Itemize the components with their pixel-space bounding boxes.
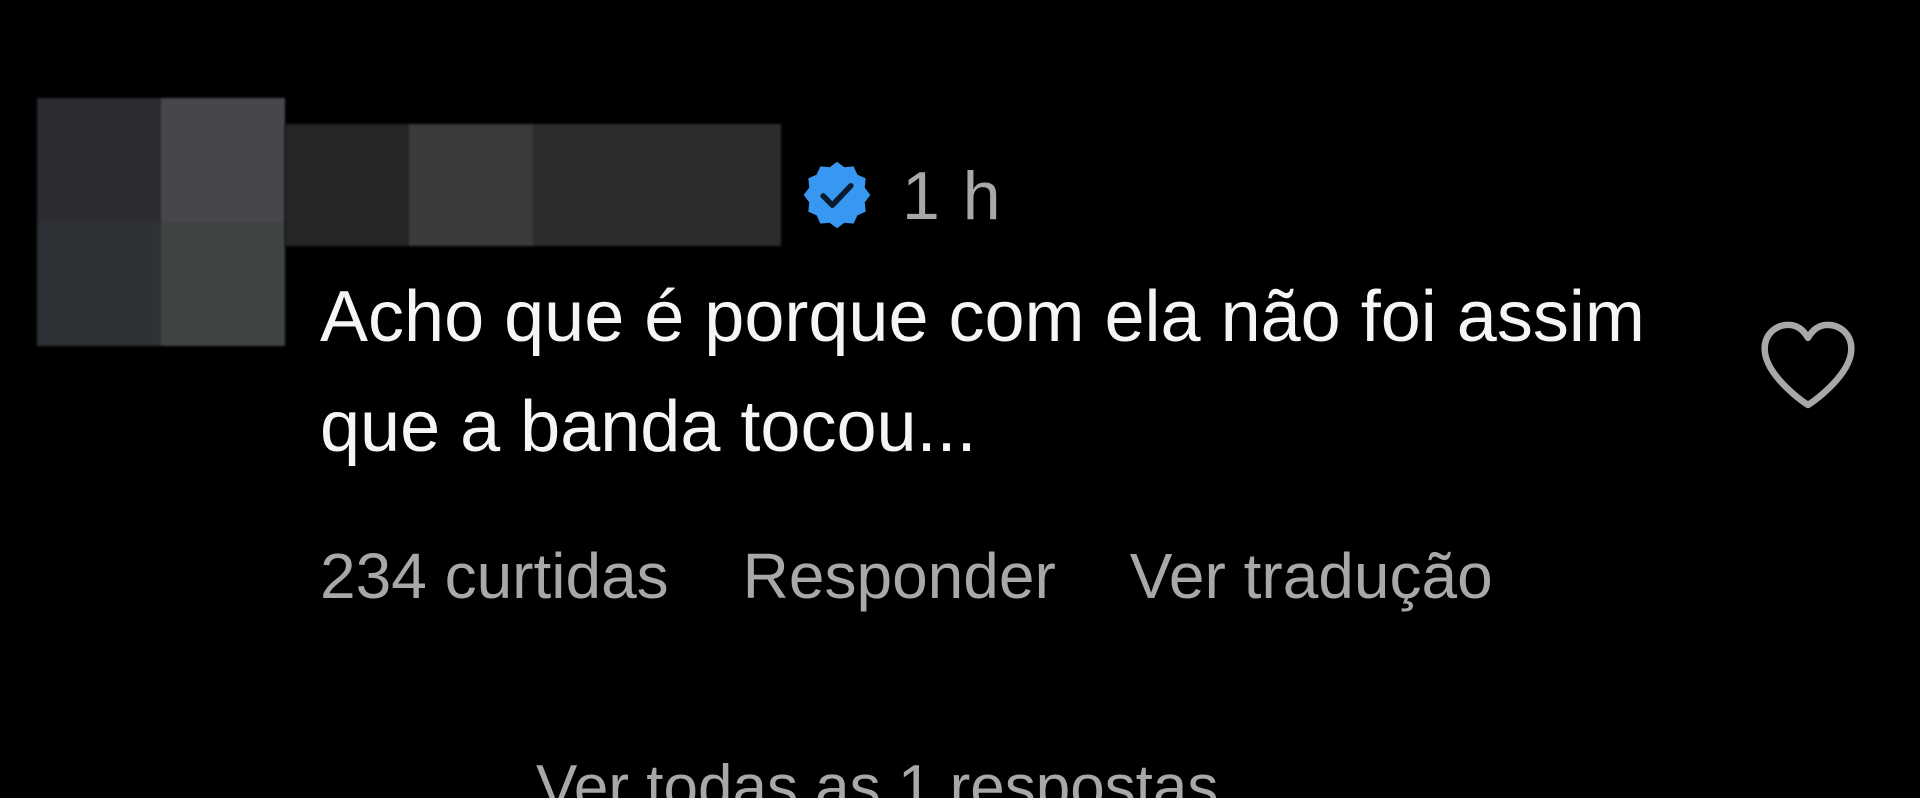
comment-actions: 234 curtidas Responder Ver tradução [320, 536, 1493, 616]
avatar-pixel [37, 222, 161, 346]
username-pixel [285, 124, 409, 246]
username-pixel [533, 124, 781, 246]
heart-icon[interactable] [1756, 318, 1860, 414]
avatar-pixel [161, 222, 285, 346]
verified-badge-icon [803, 161, 871, 229]
comment: 1 h Acho que é porque com ela não foi as… [0, 0, 1920, 798]
view-replies-label[interactable]: Ver todas as 1 respostas [536, 748, 1218, 798]
avatar[interactable] [37, 98, 285, 346]
reply-button[interactable]: Responder [743, 536, 1056, 616]
likes-count[interactable]: 234 curtidas [320, 536, 669, 616]
avatar-pixel [37, 98, 161, 222]
view-replies[interactable]: Ver todas as 1 respostas [320, 748, 1218, 798]
translate-button[interactable]: Ver tradução [1130, 536, 1493, 616]
avatar-pixel [161, 98, 285, 222]
comment-time[interactable]: 1 h [902, 156, 1003, 236]
username-pixel [409, 124, 533, 246]
username-redacted[interactable] [285, 124, 781, 246]
comment-text: Acho que é porque com ela não foi assim … [320, 277, 1645, 467]
